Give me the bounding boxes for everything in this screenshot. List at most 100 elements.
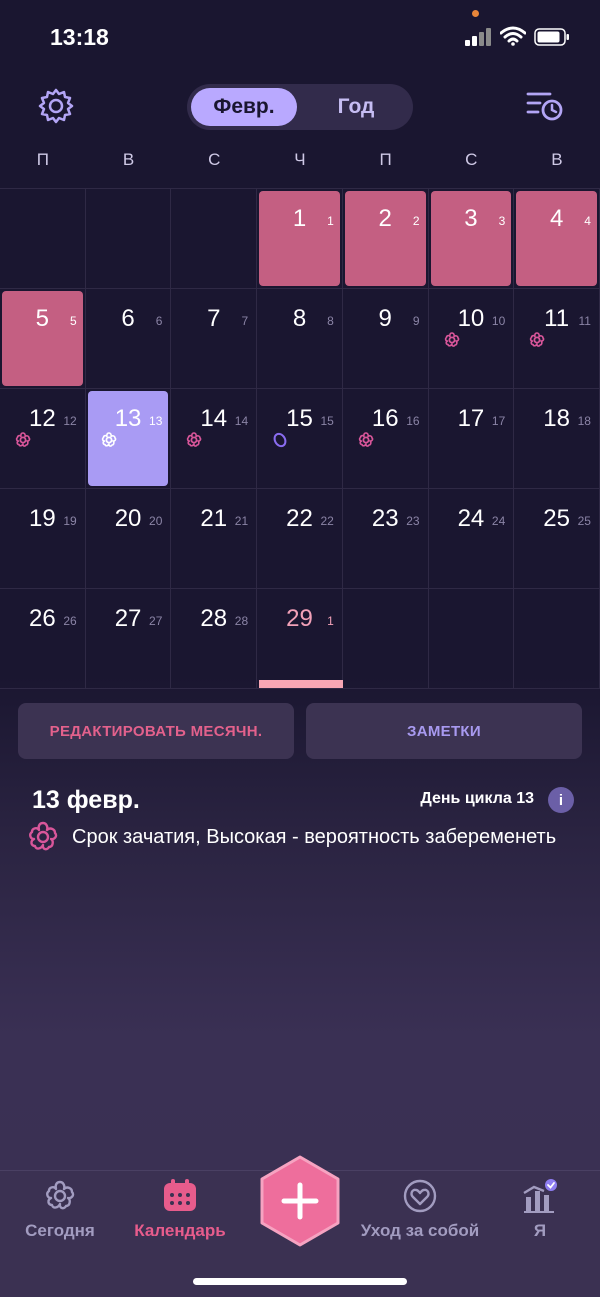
calendar-day-cell[interactable]: 29 1 — [257, 589, 343, 689]
calendar-day-cell[interactable]: 15 15 — [257, 389, 343, 489]
calendar-empty-cell — [342, 589, 429, 689]
day-cell-content: 16 16 — [345, 391, 426, 486]
cycle-day-number: 2 — [412, 214, 420, 228]
cycle-day-number: 9 — [412, 314, 420, 328]
cycle-day-number: 3 — [498, 214, 506, 228]
day-cell-content: 29 1 — [259, 591, 340, 686]
wifi-icon — [500, 26, 526, 46]
tab-month[interactable]: Февр. — [191, 88, 297, 126]
day-cell-content: 27 27 — [88, 591, 169, 686]
cycle-day-number: 10 — [491, 314, 506, 328]
fertile-flower-icon — [443, 331, 461, 349]
notes-button[interactable]: ЗАМЕТКИ — [306, 703, 582, 759]
weekday-label: В — [122, 150, 135, 169]
cycle-day-number: 21 — [234, 514, 249, 528]
day-cell-content: 33 — [430, 191, 512, 286]
weekday-header: ПВСЧПСВ — [0, 150, 600, 184]
calendar-empty-cell — [514, 589, 600, 689]
cycle-day-number: 16 — [406, 414, 420, 428]
day-cell-content: 88 — [259, 291, 340, 386]
cycle-history-icon[interactable] — [526, 88, 564, 124]
cycle-day-number: 13 — [149, 414, 163, 428]
calendar-day-cell[interactable]: 99 — [342, 289, 429, 389]
fertile-flower-icon — [357, 431, 375, 449]
calendar-day-cell[interactable]: 14 14 — [171, 389, 258, 489]
nav-today[interactable]: Сегодня — [0, 1179, 120, 1259]
day-cell-content: 10 10 — [431, 291, 512, 386]
nav-calendar[interactable]: Календарь — [120, 1179, 240, 1259]
calendar-day-cell[interactable]: 11 — [257, 189, 343, 289]
fertile-flower-icon — [100, 431, 118, 449]
calendar-day-cell[interactable]: 18 18 — [514, 389, 600, 489]
day-cell-content: 15 15 — [259, 391, 340, 486]
cycle-day-number: 22 — [320, 514, 334, 528]
calendar-day-cell[interactable]: 10 10 — [428, 289, 515, 389]
add-plus-button[interactable] — [258, 1155, 342, 1247]
calendar-day-cell[interactable]: 55 — [0, 289, 86, 389]
cycle-day-number: 6 — [155, 314, 163, 328]
cycle-day-number: 28 — [234, 614, 249, 628]
cycle-day-number: 18 — [577, 414, 591, 428]
cycle-day-number: 5 — [70, 314, 77, 328]
home-indicator — [193, 1278, 407, 1285]
calendar-header: Февр. Год — [0, 80, 600, 136]
calendar-day-cell[interactable]: 28 28 — [171, 589, 258, 689]
weekday-label: В — [551, 150, 563, 169]
calendar-day-cell[interactable]: 11 11 — [514, 289, 600, 389]
calendar-day-cell[interactable]: 25 25 — [514, 489, 600, 589]
calendar-day-cell[interactable]: 88 — [257, 289, 343, 389]
calendar-day-cell[interactable]: 23 23 — [342, 489, 429, 589]
battery-icon — [534, 28, 569, 46]
cycle-day-number: 14 — [234, 414, 249, 428]
calendar-day-cell[interactable]: 44 — [514, 189, 600, 289]
nav-me[interactable]: Я — [480, 1179, 600, 1259]
ovulation-icon — [271, 431, 289, 449]
day-note-text: Срок зачатия, Высокая - вероятность забе… — [72, 826, 557, 848]
privacy-dot — [472, 10, 479, 17]
edit-period-button[interactable]: РЕДАКТИРОВАТЬ МЕСЯЧН. — [18, 703, 294, 759]
calendar-day-cell[interactable]: 12 12 — [0, 389, 86, 489]
weekday-label: С — [208, 150, 221, 169]
calendar-day-cell[interactable]: 16 16 — [342, 389, 429, 489]
weekday-label: С — [465, 150, 478, 169]
status-time: 13:18 — [50, 24, 109, 50]
day-cell-content: 11 — [259, 191, 340, 286]
day-cell-content: 99 — [345, 291, 426, 386]
calendar-day-cell[interactable]: 20 20 — [85, 489, 172, 589]
nav-selfcare-label: Уход за собой — [360, 1221, 480, 1240]
day-cell-content: 23 23 — [345, 491, 426, 586]
tab-year[interactable]: Год — [303, 88, 409, 126]
weekday-label: П — [379, 150, 392, 169]
nav-calendar-label: Календарь — [134, 1221, 226, 1240]
nav-today-label: Сегодня — [25, 1221, 95, 1240]
calendar-day-cell[interactable]: 22 22 — [257, 489, 343, 589]
info-icon[interactable]: i — [548, 787, 574, 813]
day-cell-content: 22 — [344, 191, 426, 286]
calendar-day-cell[interactable]: 77 — [171, 289, 258, 389]
nav-me-label: Я — [533, 1221, 547, 1240]
day-cell-content: 17 17 — [431, 391, 512, 486]
bottom-navigation: Сегодня Календарь Уход за собой Я — [0, 1155, 600, 1297]
settings-gear-icon[interactable] — [36, 86, 76, 126]
nav-selfcare[interactable]: Уход за собой — [360, 1179, 480, 1259]
day-note-row: Срок зачатия, Высокая - вероятность забе… — [26, 820, 566, 856]
calendar-day-cell[interactable]: 27 27 — [85, 589, 172, 689]
calendar-day-cell[interactable]: 17 17 — [428, 389, 515, 489]
calendar-day-cell[interactable]: 33 — [428, 189, 515, 289]
day-cell-content: 66 — [88, 291, 169, 386]
cycle-day-number: 15 — [320, 414, 334, 428]
signal-icon — [465, 28, 491, 46]
calendar-day-cell[interactable]: 22 — [342, 189, 429, 289]
calendar-empty-cell — [171, 189, 258, 289]
day-cell-content: 26 26 — [2, 591, 83, 686]
weekday-label: П — [36, 150, 49, 169]
calendar-day-cell[interactable]: 13 13 — [85, 389, 172, 489]
calendar-day-cell[interactable]: 21 21 — [171, 489, 258, 589]
calendar-day-cell[interactable]: 19 19 — [0, 489, 86, 589]
calendar-day-cell[interactable]: 26 26 — [0, 589, 86, 689]
calendar-day-cell[interactable]: 66 — [85, 289, 172, 389]
cycle-day-number: 17 — [491, 414, 506, 428]
calendar-day-cell[interactable]: 24 24 — [428, 489, 515, 589]
fertility-flower-icon — [29, 821, 58, 851]
day-cell-content: 18 18 — [516, 391, 597, 486]
